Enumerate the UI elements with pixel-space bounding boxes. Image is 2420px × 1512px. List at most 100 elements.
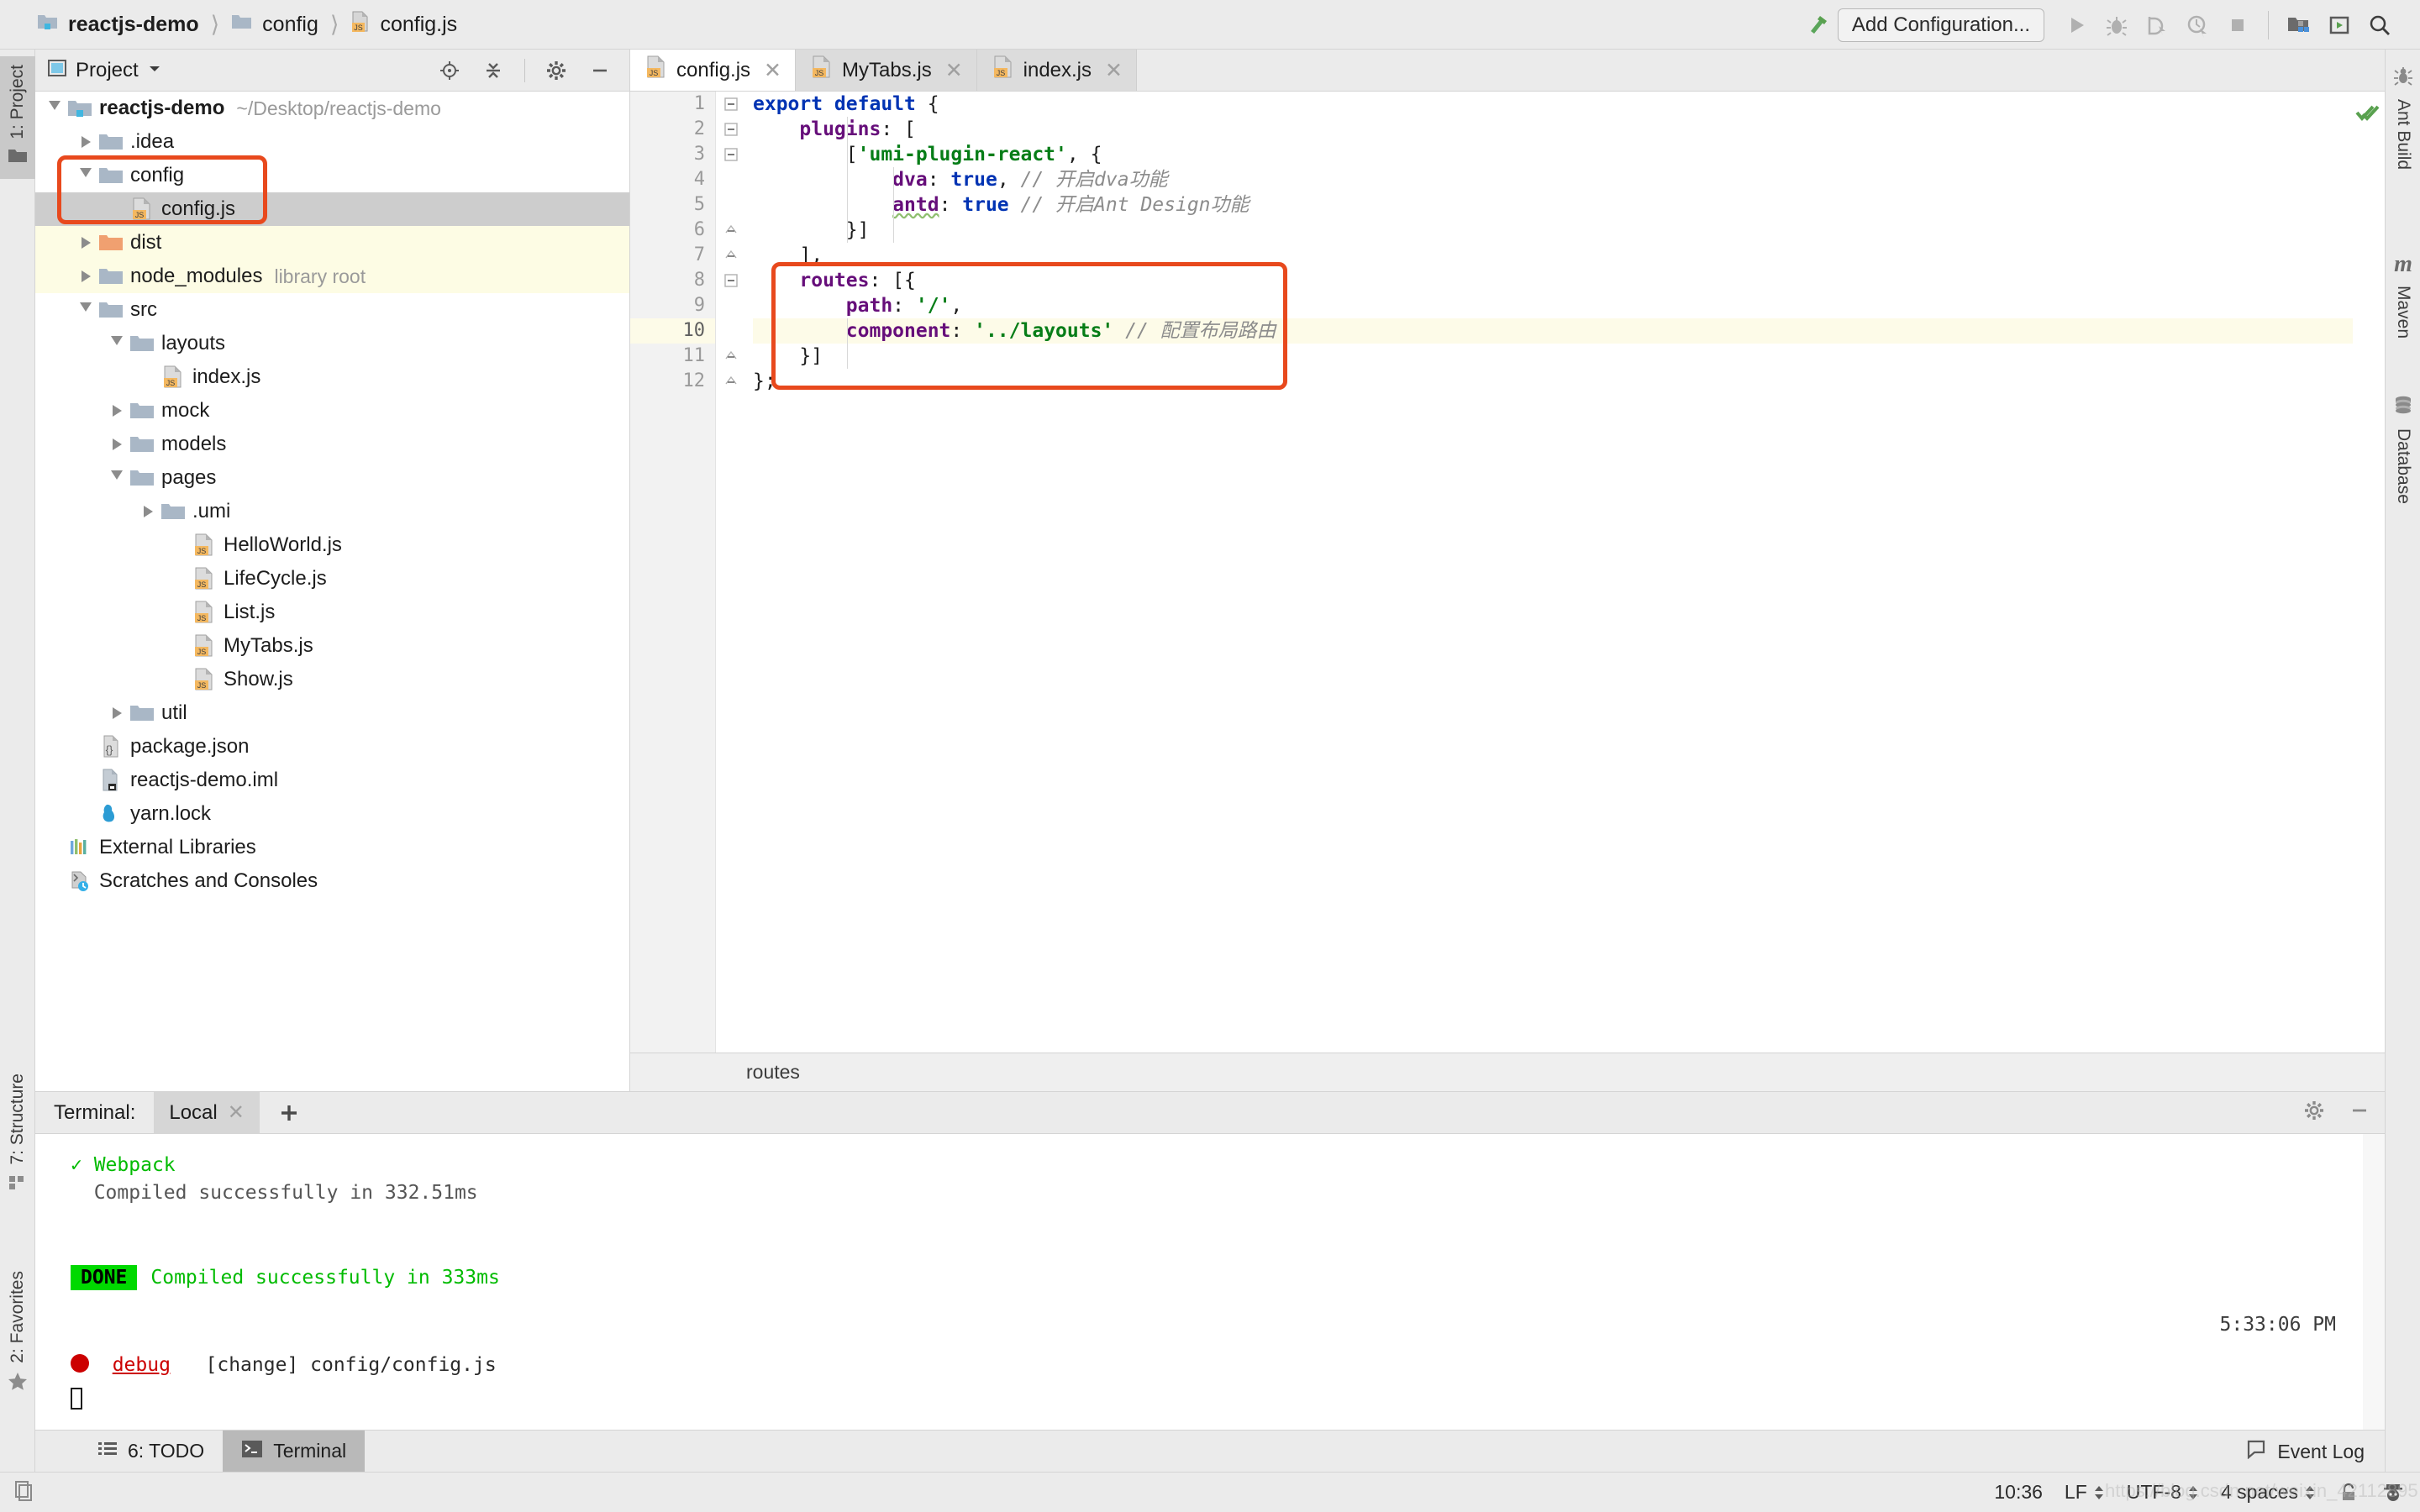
debug-bug-icon[interactable] [2096,5,2137,45]
close-icon[interactable]: ✕ [228,1100,245,1125]
code-fold-minus-icon[interactable] [716,92,746,117]
hide-icon[interactable] [2348,1099,2371,1126]
search-everywhere-icon[interactable] [2360,5,2400,45]
editor-breadcrumb[interactable]: routes [630,1053,2385,1091]
tree-expand-arrow-closed-icon[interactable] [106,405,128,417]
tree-expand-arrow-open-icon[interactable] [75,168,97,183]
tree-expand-arrow-open-icon[interactable] [106,336,128,351]
sidebar-item-structure[interactable]: 7: Structure [0,1065,35,1205]
tree-row-external-libraries[interactable]: External Libraries [35,831,629,864]
tree-row-list-js[interactable]: JS List.js [35,596,629,629]
inspections-ok-icon[interactable] [2354,102,2381,129]
run-icon[interactable] [2056,5,2096,45]
sidebar-item-maven[interactable]: m Maven [2386,243,2420,347]
tree-expand-arrow-closed-icon[interactable] [106,707,128,719]
add-configuration-button[interactable]: Add Configuration... [1837,8,2044,42]
tree-row-reactjs-demo-iml[interactable]: reactjs-demo.iml [35,764,629,797]
tree-row-mytabs-js[interactable]: JS MyTabs.js [35,629,629,663]
tree-row-node-modules[interactable]: node_modules library root [35,260,629,293]
code-folding-gutter[interactable] [716,92,746,1053]
tree-expand-arrow-closed-icon[interactable] [75,136,97,148]
gear-icon[interactable] [2302,1099,2326,1126]
breadcrumb-item-file[interactable]: JS config.js [350,11,457,39]
chevron-down-icon[interactable] [147,62,162,78]
tree-expand-arrow-open-icon[interactable] [75,302,97,318]
run-anything-icon[interactable] [2319,5,2360,45]
close-icon[interactable]: ✕ [764,58,781,83]
tree-row-scratches-and-consoles[interactable]: Scratches and Consoles [35,864,629,898]
tree-expand-arrow-open-icon[interactable] [106,470,128,486]
breadcrumb-item-folder[interactable]: config [231,12,318,38]
tree-row-util[interactable]: util [35,696,629,730]
sidebar-item-project[interactable]: 1: Project [0,56,35,179]
code-fold-minus-icon[interactable] [716,142,746,167]
hector-inspection-icon[interactable] [2381,1482,2405,1504]
tree-expand-arrow-closed-icon[interactable] [75,237,97,249]
debug-link[interactable]: debug [113,1354,171,1376]
project-tree[interactable]: reactjs-demo ~/Desktop/reactjs-demo .idea c… [35,92,629,1091]
editor-tab-config-js[interactable]: JS config.js ✕ [630,50,796,91]
tree-row-config[interactable]: config [35,159,629,192]
tree-row-show-js[interactable]: JS Show.js [35,663,629,696]
code-fold-plus-icon[interactable] [716,243,746,268]
tree-row-layouts[interactable]: layouts [35,327,629,360]
project-structure-icon[interactable] [2279,5,2319,45]
terminal-output[interactable]: ✓ Webpack Compiled successfully in 332.5… [35,1134,2385,1430]
sidebar-item-ant-build[interactable]: Ant Build [2386,56,2420,178]
tree-row--umi[interactable]: .umi [35,495,629,528]
caret-position[interactable]: 10:36 [1994,1481,2043,1504]
close-icon[interactable]: ✕ [945,58,963,83]
stop-icon[interactable] [2217,5,2258,45]
code-fold-plus-icon[interactable] [716,218,746,243]
build-hammer-icon[interactable] [1797,5,1838,45]
tree-row-config-js[interactable]: JS config.js [35,192,629,226]
code-fold-minus-icon[interactable] [716,117,746,142]
tree-row-pages[interactable]: pages [35,461,629,495]
plus-icon[interactable] [260,1092,318,1134]
editor-tab-label: config.js [676,58,751,81]
tree-row-lifecycle-js[interactable]: JS LifeCycle.js [35,562,629,596]
editor-scrollbar[interactable] [2353,92,2385,1053]
code-fold-plus-icon[interactable] [716,369,746,394]
tree-row-yarn-lock[interactable]: yarn.lock [35,797,629,831]
read-write-lock-icon[interactable] [2338,1482,2360,1504]
terminal-scrollbar[interactable] [2363,1134,2385,1430]
terminal-session-tab-local[interactable]: Local ✕ [154,1091,260,1134]
bottom-tab-todo[interactable]: 6: TODO [79,1431,223,1472]
tree-row-label: List.js [224,601,276,623]
event-log-button[interactable]: Event Log [2245,1431,2365,1473]
encoding-selector[interactable]: UTF-8 [2127,1481,2199,1504]
tree-row--idea[interactable]: .idea [35,125,629,159]
profiler-icon[interactable] [2177,5,2217,45]
indent-selector[interactable]: 4 spaces [2221,1481,2316,1504]
editor-tab-mytabs-js[interactable]: JS MyTabs.js ✕ [796,50,977,91]
gear-icon[interactable] [539,53,574,88]
code-content[interactable]: export default { plugins: [ ['umi-plugin… [746,92,2353,1053]
tree-row-index-js[interactable]: JS index.js [35,360,629,394]
bottom-tab-terminal[interactable]: Terminal [223,1431,366,1472]
editor-tab-bar[interactable]: JS config.js ✕ JS MyTabs.js ✕ JS index.js ✕ [630,50,2385,92]
tree-expand-arrow-closed-icon[interactable] [137,506,159,517]
code-fold-plus-icon[interactable] [716,344,746,369]
tree-row-helloworld-js[interactable]: JS HelloWorld.js [35,528,629,562]
run-with-coverage-icon[interactable] [2137,5,2177,45]
editor-tab-index-js[interactable]: JS index.js ✕ [976,50,1137,91]
sidebar-item-database[interactable]: Database [2386,386,2420,512]
tree-row-mock[interactable]: mock [35,394,629,428]
tree-expand-arrow-open-icon[interactable] [44,101,66,116]
tree-row-dist[interactable]: dist [35,226,629,260]
close-icon[interactable]: ✕ [1105,58,1123,83]
scroll-from-source-icon[interactable] [432,53,467,88]
breadcrumb-item-project[interactable]: reactjs-demo [37,12,199,38]
tree-row-models[interactable]: models [35,428,629,461]
tree-expand-arrow-closed-icon[interactable] [106,438,128,450]
hide-icon[interactable] [582,53,618,88]
code-fold-minus-icon[interactable] [716,268,746,293]
tree-row-reactjs-demo[interactable]: reactjs-demo ~/Desktop/reactjs-demo [35,92,629,125]
sidebar-item-favorites[interactable]: 2: Favorites [0,1263,35,1404]
tree-row-src[interactable]: src [35,293,629,327]
collapse-all-icon[interactable] [476,53,511,88]
tree-expand-arrow-closed-icon[interactable] [75,270,97,282]
tree-row-package-json[interactable]: {} package.json [35,730,629,764]
line-separator-selector[interactable]: LF [2065,1481,2105,1504]
